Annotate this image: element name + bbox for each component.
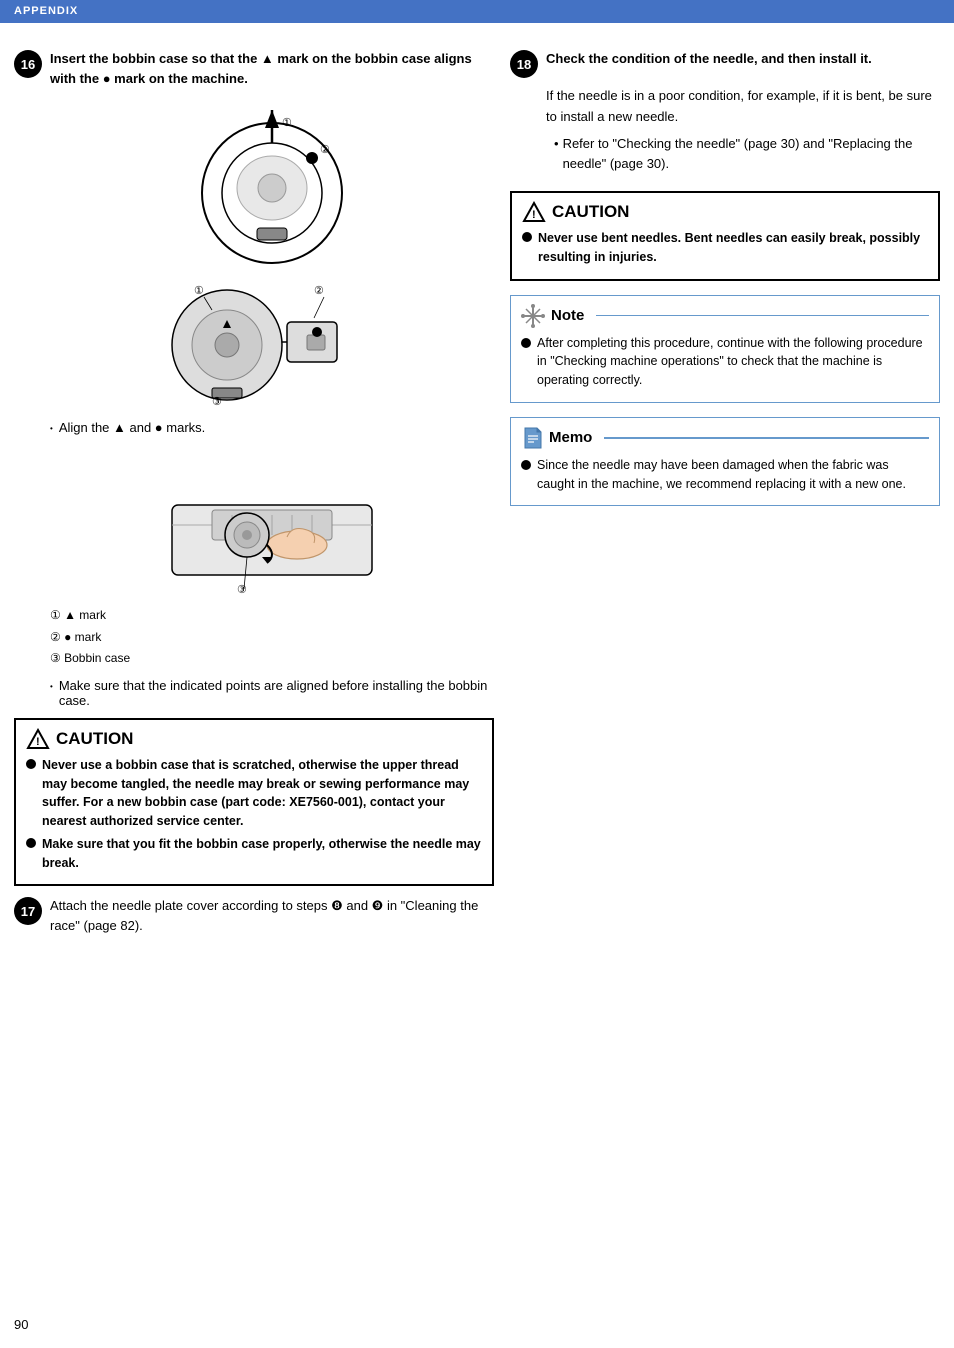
svg-text:③: ③ (212, 396, 222, 408)
caution1-item2: Make sure that you fit the bobbin case p… (26, 835, 482, 873)
note-title: Note (521, 304, 929, 328)
caution-box-1: ! CAUTION Never use a bobbin case that i… (14, 718, 494, 887)
step18-body: If the needle is in a poor condition, fo… (546, 86, 940, 175)
memo-divider (604, 437, 929, 439)
header-bar: APPENDIX (0, 0, 954, 22)
step16-bullet1: • Align the ▲ and ● marks. (50, 420, 494, 435)
step16-header: 16 Insert the bobbin case so that the ▲ … (14, 49, 494, 88)
memo-title: Memo (521, 426, 929, 450)
step16-text: Insert the bobbin case so that the ▲ mar… (50, 49, 494, 88)
caution2-triangle-icon: ! (522, 201, 546, 223)
step17-circle: 17 (14, 897, 42, 925)
legend-item-2: ② ● mark (50, 627, 494, 649)
step16-bullet2: • Make sure that the indicated points ar… (50, 678, 494, 708)
note-divider (596, 315, 929, 317)
memo-item-1: Since the needle may have been damaged w… (521, 456, 929, 494)
left-column: 16 Insert the bobbin case so that the ▲ … (14, 49, 494, 943)
memo-icon (521, 426, 543, 450)
caution2-title: ! CAUTION (522, 201, 928, 223)
step17-header: 17 Attach the needle plate cover accordi… (14, 896, 494, 935)
caution2-item1: Never use bent needles. Bent needles can… (522, 229, 928, 267)
step16-circle: 16 (14, 50, 42, 78)
step18-title: Check the condition of the needle, and t… (546, 49, 872, 69)
caution1-item1: Never use a bobbin case that is scratche… (26, 756, 482, 831)
svg-text:①: ① (194, 285, 204, 297)
insertion-diagram: ③ (152, 445, 392, 595)
caution1-title: ! CAUTION (26, 728, 482, 750)
legend: ① ▲ mark ② ● mark ③ Bobbin case (50, 605, 494, 670)
content-area: 16 Insert the bobbin case so that the ▲ … (0, 33, 954, 963)
caution-triangle-icon: ! (26, 728, 50, 750)
legend-item-1: ① ▲ mark (50, 605, 494, 627)
header-label: APPENDIX (14, 5, 78, 17)
svg-text:!: ! (36, 736, 40, 748)
bobbin-top-diagram: ① ② (172, 98, 372, 268)
page: APPENDIX 16 Insert the bobbin case so th… (0, 0, 954, 1348)
svg-text:!: ! (532, 209, 536, 221)
note-item-1: After completing this procedure, continu… (521, 334, 929, 390)
step16-images: ① ② (50, 98, 494, 410)
legend-item-3: ③ Bobbin case (50, 648, 494, 670)
svg-text:①: ① (282, 117, 292, 129)
step18-header: 18 Check the condition of the needle, an… (510, 49, 940, 78)
step18-ref: • Refer to "Checking the needle" (page 3… (554, 134, 940, 176)
page-number: 90 (14, 1317, 28, 1332)
memo-box: Memo Since the needle may have been dama… (510, 417, 940, 507)
section-divider (0, 22, 954, 23)
note-icon (521, 304, 545, 328)
svg-text:③: ③ (237, 584, 247, 595)
step17-text: Attach the needle plate cover according … (50, 896, 494, 935)
step18-circle: 18 (510, 50, 538, 78)
svg-text:②: ② (320, 144, 330, 156)
bobbin-side-diagram: ① ② ③ (152, 280, 392, 410)
caution-box-2: ! CAUTION Never use bent needles. Bent n… (510, 191, 940, 281)
note-box: Note After completing this procedure, co… (510, 295, 940, 403)
right-column: 18 Check the condition of the needle, an… (510, 49, 940, 943)
step16-insertion-diagram: ③ (50, 445, 494, 595)
svg-text:②: ② (314, 285, 324, 297)
